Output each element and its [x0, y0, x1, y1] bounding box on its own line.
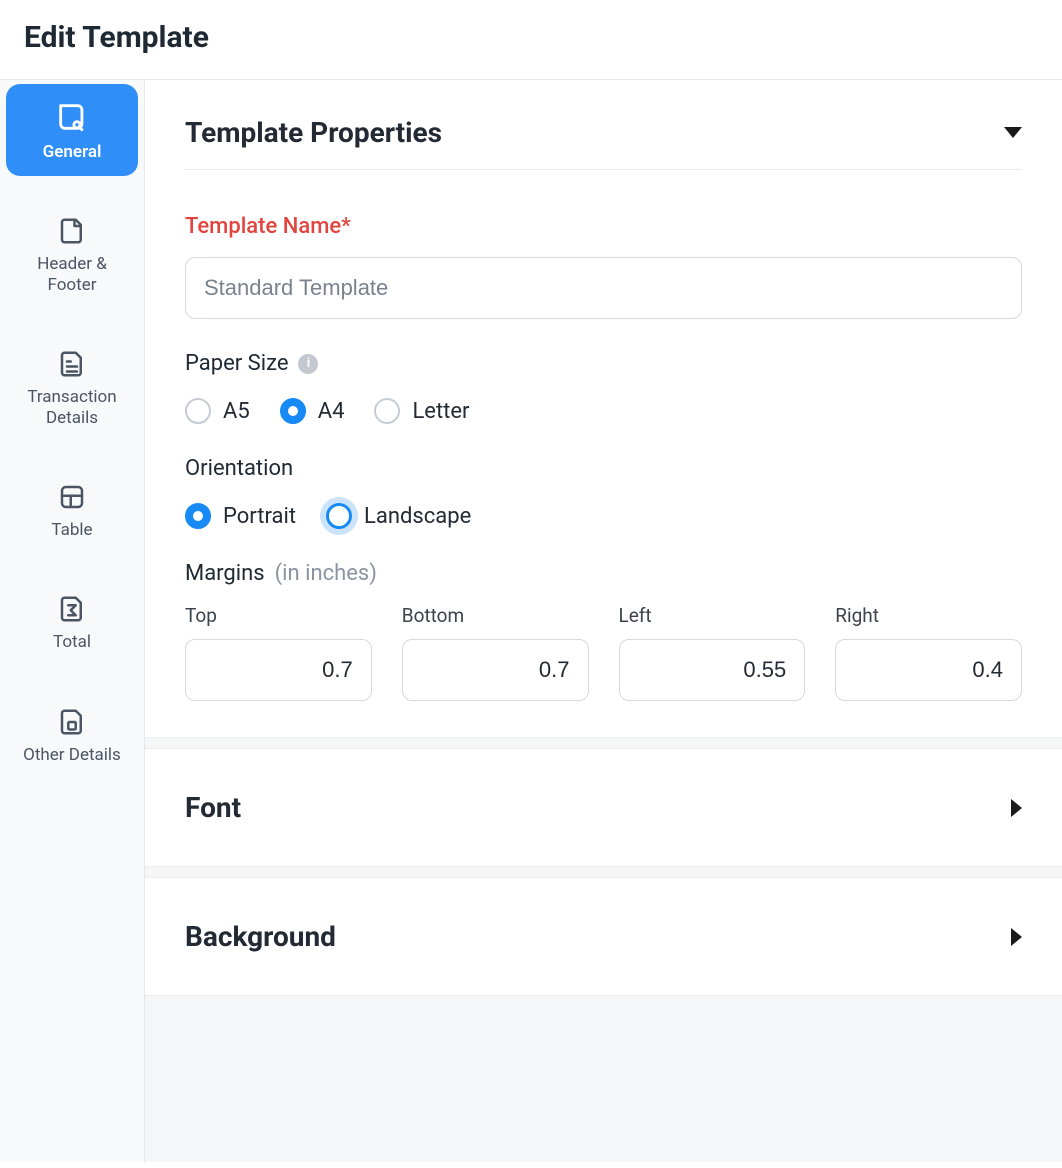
orientation-label: Orientation — [185, 456, 1022, 481]
orientation-options: Portrait Landscape — [185, 503, 1022, 529]
panel-body: Template Name* Paper Size i A5 — [145, 170, 1062, 737]
margin-top-label: Top — [185, 604, 372, 627]
section-title: Font — [185, 791, 241, 824]
chevron-right-icon — [1011, 928, 1022, 946]
sidebar-item-other-details[interactable]: Other Details — [6, 691, 138, 779]
radio-orientation-landscape[interactable]: Landscape — [326, 503, 471, 529]
sidebar-item-label: Table — [51, 520, 92, 540]
radio-dot — [374, 398, 400, 424]
field-template-name: Template Name* — [185, 214, 1022, 319]
margin-bottom-input[interactable] — [402, 639, 589, 701]
radio-label: Portrait — [223, 504, 296, 529]
page-title: Edit Template — [0, 0, 1062, 79]
sidebar-item-label: Other Details — [23, 745, 121, 765]
sidebar-item-general[interactable]: General — [6, 84, 138, 176]
margin-right-input[interactable] — [835, 639, 1022, 701]
radio-dot — [185, 398, 211, 424]
radio-dot — [280, 398, 306, 424]
margin-top-input[interactable] — [185, 639, 372, 701]
margin-left-col: Left — [619, 604, 806, 701]
field-orientation: Orientation Portrait Landscape — [185, 456, 1022, 529]
sidebar-item-label: Total — [53, 632, 91, 652]
sidebar: General Header & Footer Transaction Deta… — [0, 80, 145, 1162]
margins-label: Margins (in inches) — [185, 561, 1022, 586]
template-name-label: Template Name* — [185, 214, 1022, 239]
panel-template-properties: Template Properties Template Name* Paper… — [145, 80, 1062, 738]
content-area: Template Properties Template Name* Paper… — [145, 80, 1062, 1162]
panel-font: Font — [145, 748, 1062, 867]
margin-left-label: Left — [619, 604, 806, 627]
sidebar-item-label: Header & Footer — [12, 254, 132, 295]
template-name-input[interactable] — [185, 257, 1022, 319]
section-title: Background — [185, 920, 336, 953]
info-icon[interactable]: i — [298, 354, 318, 374]
radio-label: Letter — [412, 399, 469, 424]
radio-dot — [326, 503, 352, 529]
general-icon — [55, 100, 89, 134]
section-title: Template Properties — [185, 116, 442, 149]
sidebar-item-transaction-details[interactable]: Transaction Details — [6, 333, 138, 442]
field-paper-size: Paper Size i A5 A4 — [185, 351, 1022, 424]
panel-header-background[interactable]: Background — [145, 878, 1062, 995]
margin-top-col: Top — [185, 604, 372, 701]
paper-size-label-text: Paper Size — [185, 351, 288, 376]
radio-label: A4 — [318, 399, 345, 424]
margin-bottom-col: Bottom — [402, 604, 589, 701]
sidebar-item-label: Transaction Details — [12, 387, 132, 428]
sidebar-item-header-footer[interactable]: Header & Footer — [6, 200, 138, 309]
margins-hint: (in inches) — [275, 561, 377, 586]
panel-header-template-properties[interactable]: Template Properties — [145, 80, 1062, 169]
margins-grid: Top Bottom Left Right — [185, 604, 1022, 701]
margins-label-text: Margins — [185, 561, 265, 586]
radio-orientation-portrait[interactable]: Portrait — [185, 503, 296, 529]
sidebar-item-label: General — [43, 142, 102, 162]
paper-size-label: Paper Size i — [185, 351, 1022, 376]
margin-bottom-label: Bottom — [402, 604, 589, 627]
chevron-right-icon — [1011, 799, 1022, 817]
radio-paper-a4[interactable]: A4 — [280, 398, 345, 424]
radio-dot — [185, 503, 211, 529]
panel-background: Background — [145, 877, 1062, 996]
other-details-icon — [57, 707, 87, 737]
table-icon — [57, 482, 87, 512]
transaction-details-icon — [57, 349, 87, 379]
margin-right-col: Right — [835, 604, 1022, 701]
radio-paper-a5[interactable]: A5 — [185, 398, 250, 424]
layout: General Header & Footer Transaction Deta… — [0, 80, 1062, 1162]
chevron-down-icon — [1004, 127, 1022, 138]
panel-header-font[interactable]: Font — [145, 749, 1062, 866]
sidebar-item-table[interactable]: Table — [6, 466, 138, 554]
header-footer-icon — [57, 216, 87, 246]
total-icon — [57, 594, 87, 624]
margin-left-input[interactable] — [619, 639, 806, 701]
sidebar-item-total[interactable]: Total — [6, 578, 138, 666]
radio-label: A5 — [223, 399, 250, 424]
field-margins: Margins (in inches) Top Bottom — [185, 561, 1022, 701]
radio-paper-letter[interactable]: Letter — [374, 398, 469, 424]
margin-right-label: Right — [835, 604, 1022, 627]
radio-label: Landscape — [364, 504, 471, 529]
paper-size-options: A5 A4 Letter — [185, 398, 1022, 424]
